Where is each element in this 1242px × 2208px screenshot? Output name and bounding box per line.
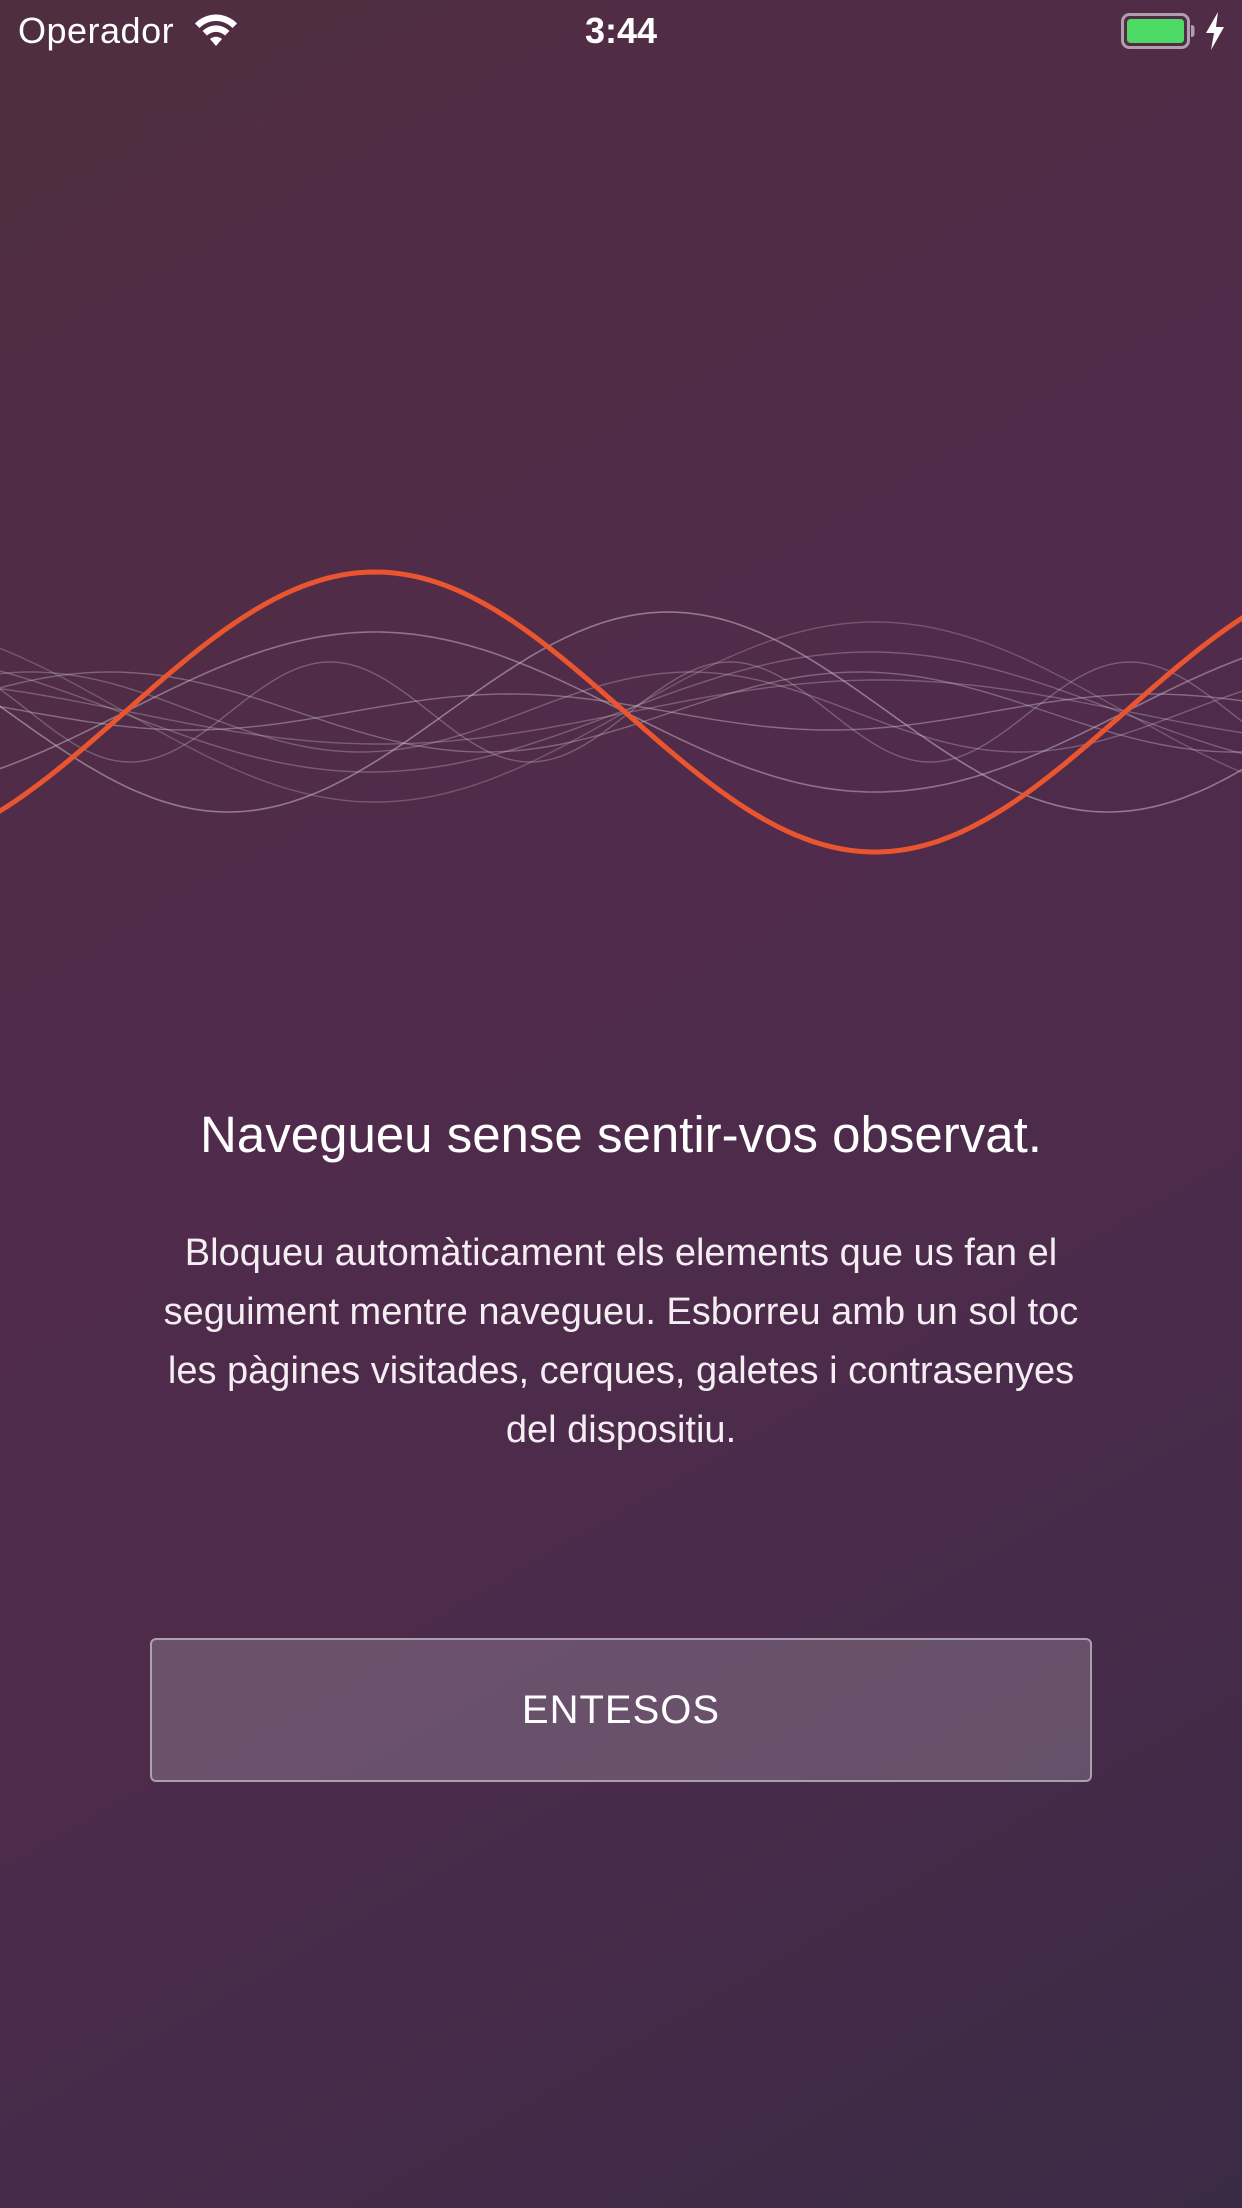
got-it-button[interactable]: ENTESOS	[150, 1638, 1092, 1782]
battery-icon	[1121, 13, 1195, 49]
status-bar: Operador 3:44	[0, 0, 1242, 62]
status-time: 3:44	[584, 10, 658, 51]
wave-line	[0, 651, 1242, 773]
wave-illustration	[0, 569, 1242, 855]
onboarding-description: Bloqueu automàticament els elements que …	[163, 1232, 1079, 1451]
got-it-button-label: ENTESOS	[521, 1687, 721, 1732]
onboarding-headline: Navegueu sense sentir-vos observat.	[200, 1106, 1042, 1163]
charging-bolt-icon	[1206, 12, 1224, 50]
